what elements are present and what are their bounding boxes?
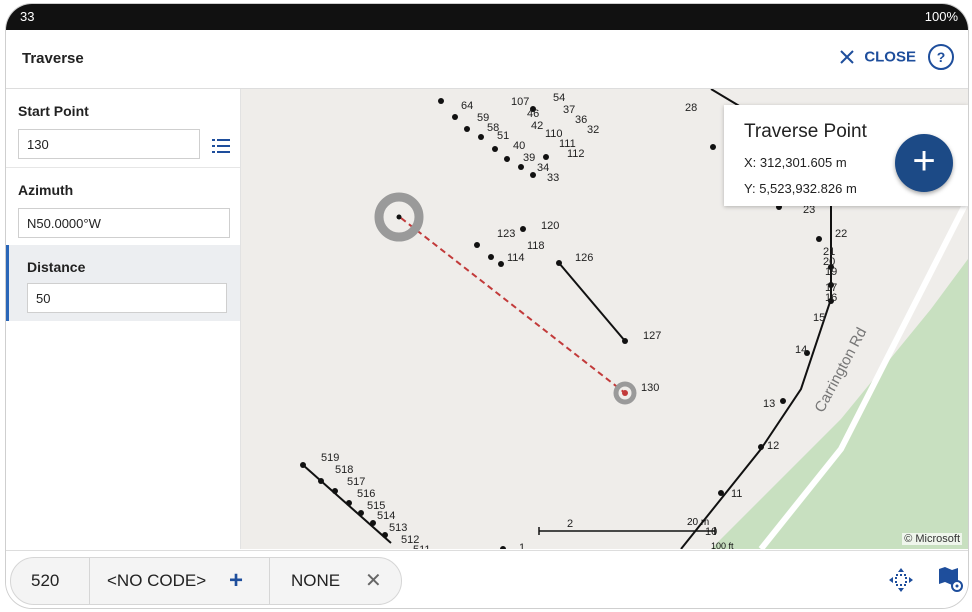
- plus-icon: +: [912, 139, 936, 183]
- map-label: 42: [531, 120, 543, 132]
- cluster-middle-points: [474, 226, 628, 344]
- status-time: 33: [20, 9, 35, 24]
- map-label: 127: [643, 330, 661, 342]
- map-label: 46: [527, 108, 539, 120]
- map-label: 22: [835, 228, 847, 240]
- y-value: 5,523,932.826 m: [759, 181, 857, 196]
- line-126-127: [558, 262, 626, 342]
- map-label: 39: [523, 152, 535, 164]
- status-battery: 100%: [924, 9, 958, 24]
- zoom-extents-icon[interactable]: [888, 567, 914, 593]
- map-label: 107: [511, 96, 529, 108]
- map-label: 511: [413, 544, 431, 549]
- help-icon[interactable]: ?: [928, 44, 954, 70]
- map-label: 2: [567, 518, 573, 530]
- map-label: 118: [527, 240, 545, 252]
- app-bar: Traverse CLOSE ?: [6, 30, 968, 89]
- y-coordinate: Y: 5,523,932.826 m: [744, 181, 857, 196]
- map-label: 32: [587, 124, 599, 136]
- map-label: 51: [497, 130, 509, 142]
- close-button[interactable]: CLOSE: [840, 48, 916, 66]
- x-value: 312,301.605 m: [759, 155, 847, 170]
- map-label: 64: [461, 100, 473, 112]
- distance-section: Distance 50: [6, 245, 240, 321]
- start-point-input[interactable]: 130: [18, 129, 200, 159]
- map-attribution: © Microsoft: [902, 533, 962, 545]
- divider: [89, 558, 90, 604]
- y-label: Y:: [744, 181, 756, 196]
- map-label: 514: [377, 510, 395, 522]
- x-coordinate: X: 312,301.605 m: [744, 155, 847, 170]
- map-label: 516: [357, 488, 375, 500]
- map-label: 518: [335, 464, 353, 476]
- point-code-bar: 520 <NO CODE> + NONE ✕: [10, 557, 402, 605]
- layer-selector[interactable]: NONE: [291, 558, 340, 604]
- map-label: 13: [763, 398, 775, 410]
- add-point-button[interactable]: +: [895, 134, 953, 192]
- azimuth-label: Azimuth: [18, 182, 74, 198]
- status-bar: 33 100%: [6, 4, 968, 30]
- start-point-section: Start Point 130: [6, 89, 240, 168]
- map-settings-icon[interactable]: [936, 565, 964, 593]
- map-label: 40: [513, 140, 525, 152]
- map-label: 120: [541, 220, 559, 232]
- azimuth-input[interactable]: N50.0000°W: [18, 208, 230, 238]
- map-label: 14: [795, 344, 807, 356]
- traverse-form: Start Point 130 Azimuth N50.0000°W Dista…: [6, 89, 241, 549]
- map-label: 1: [519, 542, 525, 549]
- point-130-dot: [622, 390, 628, 396]
- map-label: 19: [825, 266, 837, 278]
- distance-label: Distance: [27, 259, 86, 275]
- scale-label: 20 m: [687, 517, 709, 528]
- map-label: 519: [321, 452, 339, 464]
- traverse-point-dot: [396, 214, 402, 220]
- map-label: 11: [731, 488, 742, 500]
- add-code-icon[interactable]: +: [229, 558, 243, 604]
- page-title: Traverse: [22, 50, 84, 67]
- map-label: 36: [575, 114, 587, 126]
- map-label: 15: [813, 312, 825, 324]
- close-label: CLOSE: [864, 48, 916, 66]
- divider: [269, 558, 270, 604]
- map-label: 33: [547, 172, 559, 184]
- list-icon[interactable]: [212, 139, 230, 153]
- map-label: 112: [567, 148, 585, 160]
- device-frame: 33 100% Traverse CLOSE ? Start Point 130…: [6, 4, 968, 608]
- traverse-point-title: Traverse Point: [744, 121, 867, 142]
- code-selector[interactable]: <NO CODE>: [107, 558, 206, 604]
- map-label: 123: [497, 228, 515, 240]
- point-number[interactable]: 520: [31, 558, 59, 604]
- map-label: 12: [767, 440, 779, 452]
- map-label: 114: [507, 252, 525, 264]
- map-label: 28: [685, 102, 697, 114]
- azimuth-section: Azimuth N50.0000°W: [6, 168, 240, 244]
- map-label: 513: [389, 522, 407, 534]
- traverse-line: [400, 217, 626, 394]
- distance-input[interactable]: 50: [27, 283, 227, 313]
- map-label: 130: [641, 382, 659, 394]
- bottom-toolbar: 520 <NO CODE> + NONE ✕: [6, 550, 968, 608]
- clear-layer-icon[interactable]: ✕: [365, 558, 382, 604]
- map-label: 37: [563, 104, 575, 116]
- start-point-label: Start Point: [18, 103, 89, 119]
- close-icon: [840, 50, 854, 64]
- x-label: X:: [744, 155, 757, 170]
- scale-label-ft: 100 ft: [711, 541, 734, 549]
- park-area: [711, 259, 968, 549]
- map-label: 517: [347, 476, 365, 488]
- map-label: 126: [575, 252, 593, 264]
- map-label: 16: [825, 292, 837, 304]
- map-label: 54: [553, 92, 565, 104]
